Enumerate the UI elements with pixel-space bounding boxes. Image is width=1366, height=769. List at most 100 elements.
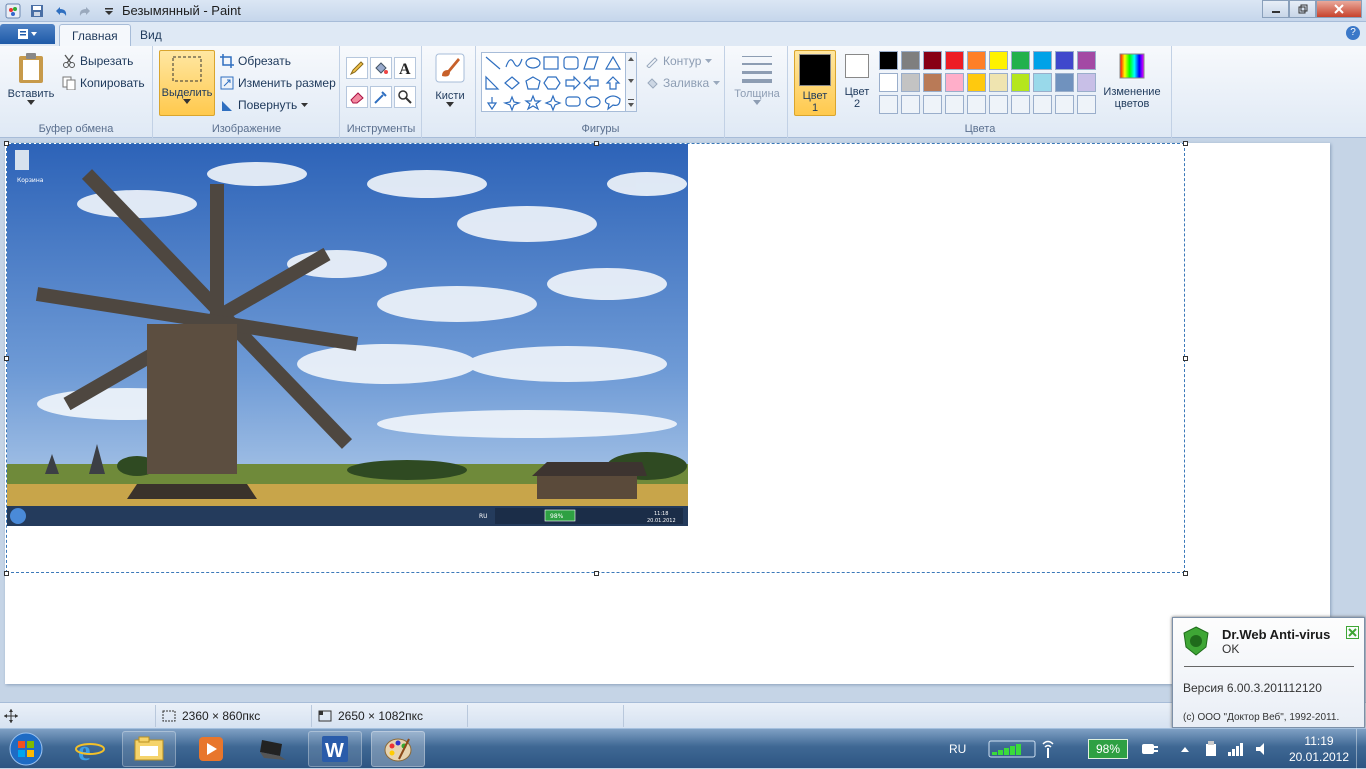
palette-color-swatch[interactable]: [967, 73, 986, 92]
paste-button[interactable]: Вставить: [6, 52, 56, 105]
tray-clock[interactable]: 11:19 20.01.2012: [1282, 733, 1356, 765]
palette-color-swatch[interactable]: [901, 51, 920, 70]
selection-handle[interactable]: [4, 356, 9, 361]
tray-wireless[interactable]: [1040, 729, 1056, 769]
palette-color-swatch[interactable]: [1033, 73, 1052, 92]
tray-battery[interactable]: 98%: [1088, 729, 1162, 769]
tray-device[interactable]: [1203, 729, 1219, 769]
selection-handle[interactable]: [1183, 356, 1188, 361]
tray-signal[interactable]: [988, 729, 1036, 769]
paint-menu-button[interactable]: [0, 24, 55, 44]
palette-empty-swatch[interactable]: [989, 95, 1008, 114]
close-button[interactable]: [1316, 0, 1362, 18]
select-button[interactable]: Выделить: [159, 50, 215, 116]
palette-color-swatch[interactable]: [901, 73, 920, 92]
palette-color-swatch[interactable]: [1077, 51, 1096, 70]
color2-button[interactable]: Цвет 2: [839, 54, 875, 110]
selection-handle[interactable]: [594, 141, 599, 146]
palette-color-swatch[interactable]: [879, 73, 898, 92]
palette-color-swatch[interactable]: [1055, 51, 1074, 70]
tray-language[interactable]: RU: [949, 729, 966, 769]
shapes-scrollbar[interactable]: [625, 52, 637, 112]
notification-close-button[interactable]: [1346, 626, 1359, 639]
customize-toolbar-icon[interactable]: [100, 2, 118, 20]
selection-handle[interactable]: [1183, 571, 1188, 576]
selection-handle[interactable]: [1183, 141, 1188, 146]
minimize-button[interactable]: [1262, 0, 1289, 18]
palette-color-swatch[interactable]: [945, 73, 964, 92]
clock-date: 20.01.2012: [1288, 750, 1350, 764]
resize-button[interactable]: Изменить размер: [220, 76, 336, 90]
taskbar-explorer[interactable]: [122, 731, 176, 767]
cut-button[interactable]: Вырезать: [62, 54, 133, 68]
taskbar-laptop-app[interactable]: [246, 731, 300, 767]
taskbar-word[interactable]: W: [308, 731, 362, 767]
fill-button[interactable]: Заливка: [645, 76, 721, 90]
text-tool-icon[interactable]: A: [394, 57, 416, 79]
palette-color-swatch[interactable]: [945, 51, 964, 70]
tray-network[interactable]: [1227, 729, 1245, 769]
pencil-icon[interactable]: [346, 57, 368, 79]
color2-label: Цвет: [844, 86, 870, 98]
cursor-crosshair-icon: [4, 709, 18, 723]
color1-button[interactable]: Цвет 1: [794, 50, 836, 116]
help-icon[interactable]: ?: [1346, 26, 1360, 40]
tray-show-hidden[interactable]: [1180, 729, 1190, 769]
palette-empty-swatch[interactable]: [1055, 95, 1074, 114]
brushes-button[interactable]: Кисти: [429, 52, 471, 107]
palette-color-swatch[interactable]: [1077, 73, 1096, 92]
fill-bucket-icon[interactable]: [370, 57, 392, 79]
palette-color-swatch[interactable]: [989, 73, 1008, 92]
tab-home[interactable]: Главная: [59, 24, 131, 46]
palette-empty-swatch[interactable]: [1033, 95, 1052, 114]
tools-group: A Инструменты: [341, 46, 422, 138]
palette-color-swatch[interactable]: [1055, 73, 1074, 92]
color-picker-icon[interactable]: [370, 86, 392, 108]
shapes-gallery-icons[interactable]: [482, 53, 638, 113]
palette-color-swatch[interactable]: [1011, 73, 1030, 92]
drweb-notification[interactable]: Dr.Web Anti-virus OK Версия 6.00.3.20111…: [1172, 617, 1365, 728]
start-button[interactable]: [6, 729, 46, 769]
palette-color-swatch[interactable]: [1033, 51, 1052, 70]
palette-color-swatch[interactable]: [879, 51, 898, 70]
palette-empty-swatch[interactable]: [1011, 95, 1030, 114]
palette-empty-swatch[interactable]: [901, 95, 920, 114]
taskbar-ie[interactable]: e: [66, 731, 114, 767]
size-button[interactable]: Толщина: [732, 54, 782, 105]
magnifier-icon[interactable]: [394, 86, 416, 108]
palette-empty-swatch[interactable]: [879, 95, 898, 114]
color2-number: 2: [853, 98, 861, 110]
palette-color-swatch[interactable]: [967, 51, 986, 70]
edit-colors-label-2: цветов: [1114, 98, 1150, 110]
selection-handle[interactable]: [4, 141, 9, 146]
paint-app-icon[interactable]: [4, 2, 22, 20]
palette-empty-swatch[interactable]: [945, 95, 964, 114]
selection-rectangle[interactable]: [6, 143, 1185, 573]
tab-view[interactable]: Вид: [128, 24, 174, 46]
palette-color-swatch[interactable]: [923, 73, 942, 92]
palette-empty-swatch[interactable]: [923, 95, 942, 114]
edit-colors-button[interactable]: Изменение цветов: [1099, 52, 1165, 110]
maximize-button[interactable]: [1289, 0, 1316, 18]
notification-copyright: (c) ООО "Доктор Веб", 1992-2011.: [1183, 712, 1340, 723]
crop-button[interactable]: Обрезать: [220, 54, 291, 68]
palette-color-swatch[interactable]: [923, 51, 942, 70]
rotate-button[interactable]: Повернуть: [220, 98, 309, 112]
palette-empty-swatch[interactable]: [1077, 95, 1096, 114]
palette-empty-swatch[interactable]: [967, 95, 986, 114]
redo-icon[interactable]: [76, 2, 94, 20]
eraser-icon[interactable]: [346, 86, 368, 108]
save-icon[interactable]: [28, 2, 46, 20]
palette-color-swatch[interactable]: [989, 51, 1008, 70]
selection-handle[interactable]: [594, 571, 599, 576]
tray-volume[interactable]: [1254, 729, 1270, 769]
selection-handle[interactable]: [4, 571, 9, 576]
copy-button[interactable]: Копировать: [62, 76, 145, 90]
taskbar-paint[interactable]: [371, 731, 425, 767]
scissors-icon: [63, 54, 75, 68]
palette-color-swatch[interactable]: [1011, 51, 1030, 70]
outline-button[interactable]: Контур: [645, 54, 713, 68]
taskbar-media-player[interactable]: [184, 731, 238, 767]
show-desktop-button[interactable]: [1356, 729, 1366, 769]
undo-icon[interactable]: [52, 2, 70, 20]
